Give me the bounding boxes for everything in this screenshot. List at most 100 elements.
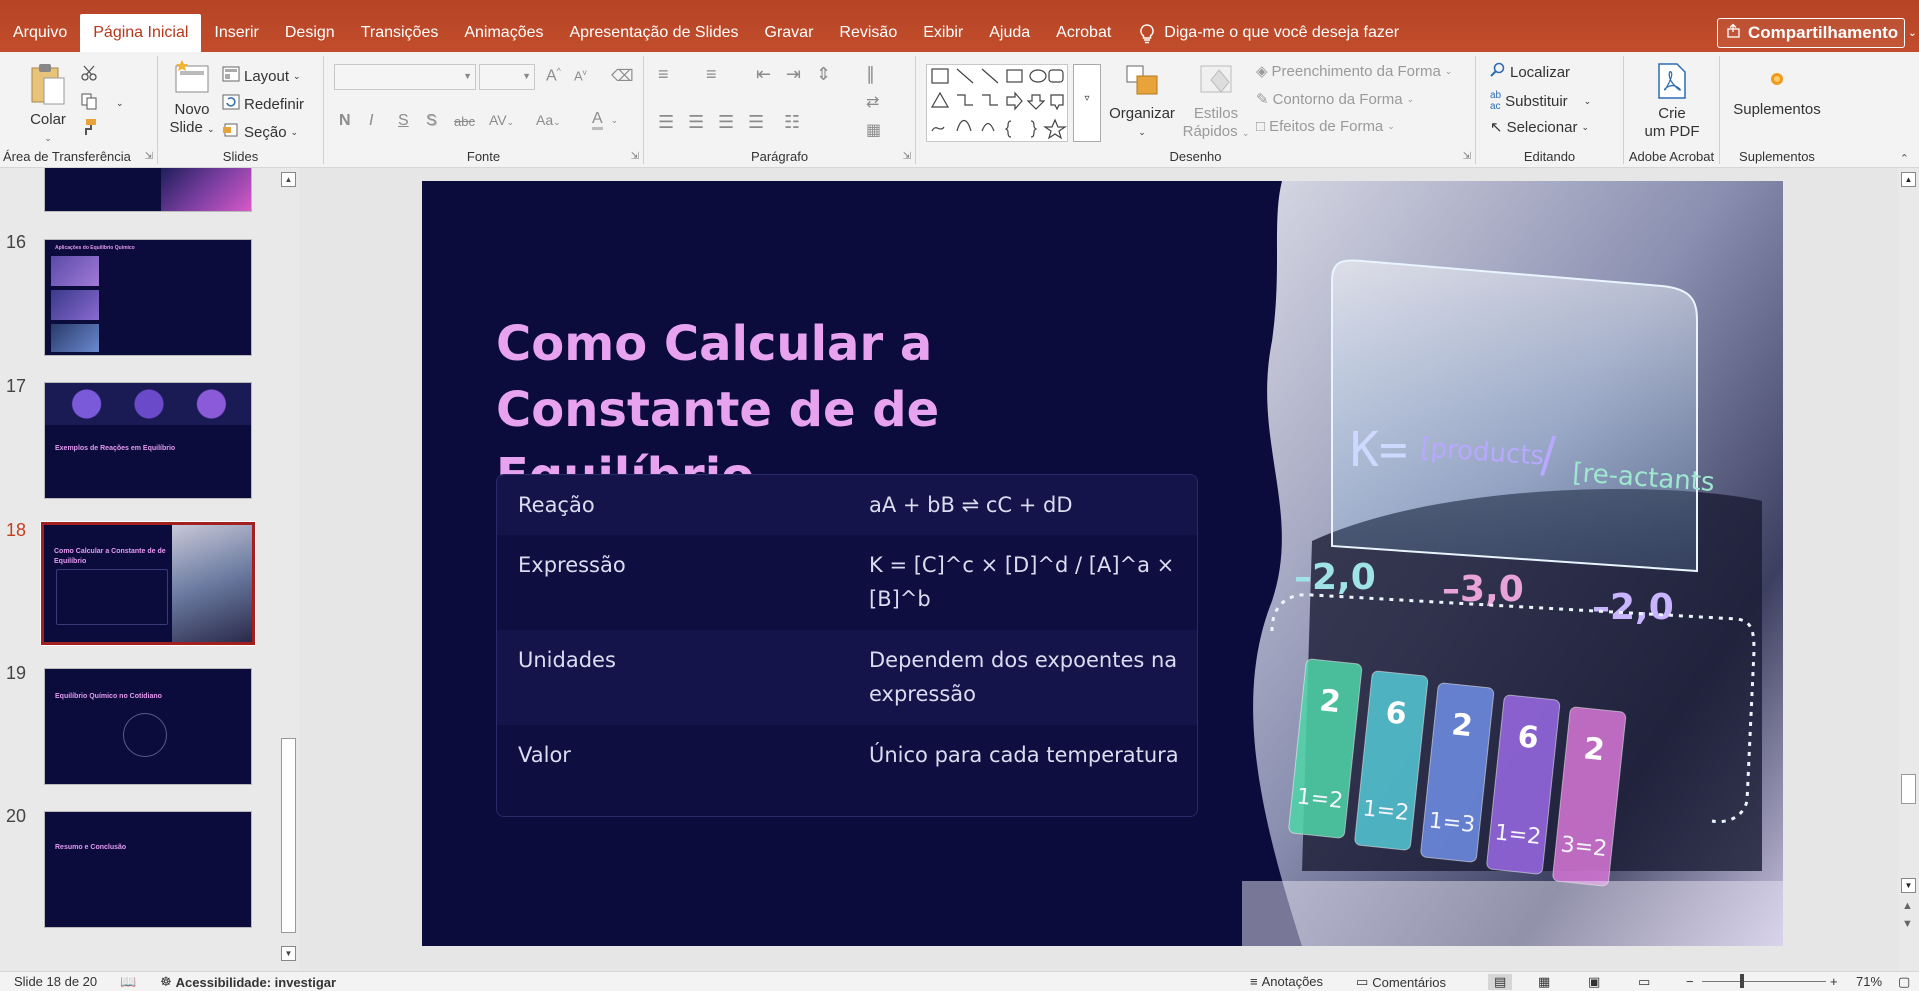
slide-thumbnail-17[interactable]: Exemplos de Reações em Equilíbrio: [44, 382, 252, 499]
cut-button[interactable]: [80, 64, 98, 86]
dialog-launcher-icon[interactable]: ⇲: [903, 151, 911, 162]
select-button[interactable]: ↖ Selecionar ⌄: [1490, 118, 1589, 137]
decrease-indent-icon[interactable]: ⇤: [756, 64, 771, 85]
line-spacing-icon[interactable]: ⇕: [816, 64, 831, 85]
normal-view-icon[interactable]: ▤: [1488, 974, 1513, 990]
text-columns-icon[interactable]: ☷: [784, 112, 800, 133]
tab-arquivo[interactable]: Arquivo: [0, 14, 80, 52]
zoom-slider-thumb[interactable]: [1740, 974, 1744, 988]
spellcheck-icon[interactable]: 📖: [120, 974, 136, 990]
increease-indent-icon[interactable]: ⇥: [786, 64, 801, 85]
tab-apresentacao[interactable]: Apresentação de Slides: [557, 14, 752, 52]
reset-button[interactable]: Redefinir: [222, 94, 304, 114]
justify-icon[interactable]: ☰: [748, 112, 764, 133]
slide-illustration[interactable]: K= [products / [re-actants –2,0 –3,0 –2,…: [1242, 181, 1783, 946]
slide-thumbnail-19[interactable]: Equilíbrio Químico no Cotidiano: [44, 668, 252, 785]
dialog-launcher-icon[interactable]: ⇲: [1463, 151, 1471, 162]
bullets-icon[interactable]: ≡: [658, 64, 679, 85]
clear-format-icon[interactable]: ⌫: [611, 66, 634, 86]
chevron-down-icon: ⌄: [290, 126, 299, 137]
slide-thumbnail-15[interactable]: [44, 168, 252, 212]
scroll-up-icon[interactable]: ▲: [281, 172, 296, 187]
previous-slide-icon[interactable]: ▲: [1902, 900, 1913, 912]
shrink-font-button[interactable]: Av: [574, 68, 587, 83]
scroll-thumb[interactable]: [1901, 774, 1916, 804]
bold-button[interactable]: N: [339, 112, 351, 130]
layout-button[interactable]: Layout ⌄: [222, 66, 301, 86]
arrange-button[interactable]: Organizar ⌄: [1106, 62, 1178, 141]
tab-gravar[interactable]: Gravar: [752, 14, 827, 52]
reading-view-icon[interactable]: ▣: [1588, 974, 1600, 990]
slide-thumbnail-16[interactable]: Aplicações do Equilíbrio Químico: [44, 239, 252, 356]
font-name-combo[interactable]: ▼: [334, 64, 476, 90]
section-button[interactable]: Seção ⌄: [222, 122, 298, 142]
tab-pagina-inicial[interactable]: Página Inicial: [80, 14, 202, 52]
slide-thumbnail-20[interactable]: Resumo e Conclusão: [44, 811, 252, 928]
shape-outline-button[interactable]: ✎ Contorno da Forma ⌄: [1256, 90, 1414, 109]
editor-scrollbar[interactable]: ▲ ▼ ▲ ▼: [1898, 168, 1919, 971]
align-left-icon[interactable]: ☰: [658, 112, 674, 133]
shape-effects-button[interactable]: □ Efeitos de Forma ⌄: [1256, 118, 1395, 135]
tab-design[interactable]: Design: [272, 14, 348, 52]
current-slide[interactable]: Como Calcular a Constante de de Equilíbr…: [422, 181, 1783, 946]
notes-button[interactable]: ≡ Anotações: [1250, 974, 1323, 989]
shape-fill-button[interactable]: ◈ Preenchimento da Forma ⌄: [1256, 62, 1452, 81]
create-pdf-button[interactable]: Crie um PDF: [1634, 62, 1710, 141]
scroll-up-icon[interactable]: ▲: [1901, 172, 1916, 187]
tell-me-search[interactable]: Diga-me o que você deseja fazer: [1124, 14, 1412, 52]
tab-exibir[interactable]: Exibir: [910, 14, 976, 52]
share-button[interactable]: Compartilhamento ⌄: [1717, 18, 1917, 48]
align-right-icon[interactable]: ☰: [718, 112, 734, 133]
format-painter-button[interactable]: [80, 118, 98, 140]
shadow-button[interactable]: S: [426, 112, 437, 130]
slide-table[interactable]: Reação aA + bB ⇌ cC + dD Expressão K = […: [496, 474, 1198, 817]
fit-slide-icon[interactable]: ▢: [1898, 974, 1910, 990]
char-spacing-button[interactable]: AV⌄: [489, 112, 514, 128]
underline-button[interactable]: S: [398, 112, 409, 130]
strikethrough-button[interactable]: abc: [454, 114, 475, 129]
tab-inserir[interactable]: Inserir: [201, 14, 271, 52]
font-color-button[interactable]: A ⌄: [592, 110, 618, 130]
numbering-icon[interactable]: ≡: [706, 64, 717, 85]
shapes-more-icon[interactable]: ▿: [1073, 64, 1101, 142]
grow-font-button[interactable]: A^: [546, 66, 561, 85]
next-slide-icon[interactable]: ▼: [1902, 918, 1913, 930]
slide-thumbnail-18[interactable]: Como Calcular a Constante de de Equilíbr…: [40, 521, 256, 646]
paste-button[interactable]: Colar ⌄: [22, 62, 74, 147]
find-button[interactable]: Localizar: [1490, 62, 1570, 82]
addins-button[interactable]: Suplementos: [1728, 62, 1826, 119]
new-slide-button[interactable]: Novo Slide ⌄: [166, 58, 218, 138]
zoom-out-icon[interactable]: −: [1686, 974, 1694, 989]
zoom-slider[interactable]: [1702, 981, 1826, 982]
scroll-thumb[interactable]: [281, 738, 296, 933]
comments-button[interactable]: ▭ Comentários: [1356, 974, 1446, 990]
smartart-icon[interactable]: ▦: [866, 120, 881, 140]
dialog-launcher-icon[interactable]: ⇲: [145, 151, 153, 162]
zoom-level[interactable]: 71%: [1856, 974, 1882, 989]
zoom-in-icon[interactable]: +: [1830, 974, 1838, 989]
card-top-value: 2: [1582, 731, 1606, 768]
columns-icon[interactable]: ∥: [866, 64, 875, 85]
italic-button[interactable]: I: [369, 112, 373, 130]
scroll-down-icon[interactable]: ▼: [1901, 878, 1916, 893]
accessibility-button[interactable]: ☸ Acessibilidade: investigar: [160, 974, 336, 990]
scroll-down-icon[interactable]: ▼: [281, 946, 296, 961]
thumbnails-scrollbar[interactable]: ▲ ▼: [279, 168, 298, 971]
tab-animacoes[interactable]: Animações: [451, 14, 556, 52]
change-case-button[interactable]: Aa⌄: [536, 112, 561, 128]
text-direction-icon[interactable]: ⇄: [866, 92, 879, 112]
tab-transicoes[interactable]: Transições: [348, 14, 452, 52]
align-center-icon[interactable]: ☰: [688, 112, 704, 133]
dialog-launcher-icon[interactable]: ⇲: [631, 151, 639, 162]
collapse-ribbon-icon[interactable]: ⌃: [1900, 152, 1909, 165]
slideshow-icon[interactable]: ▭: [1638, 974, 1650, 990]
quick-styles-button[interactable]: Estilos Rápidos ⌄: [1180, 62, 1252, 142]
shapes-gallery[interactable]: [926, 64, 1068, 142]
copy-button[interactable]: ⌄: [80, 92, 124, 114]
replace-button[interactable]: ab ac Substituir ⌄: [1490, 90, 1591, 112]
tab-revisao[interactable]: Revisão: [826, 14, 910, 52]
tab-acrobat[interactable]: Acrobat: [1043, 14, 1124, 52]
slide-sorter-icon[interactable]: ▦: [1538, 974, 1550, 990]
tab-ajuda[interactable]: Ajuda: [976, 14, 1043, 52]
font-size-combo[interactable]: ▼: [479, 64, 535, 90]
